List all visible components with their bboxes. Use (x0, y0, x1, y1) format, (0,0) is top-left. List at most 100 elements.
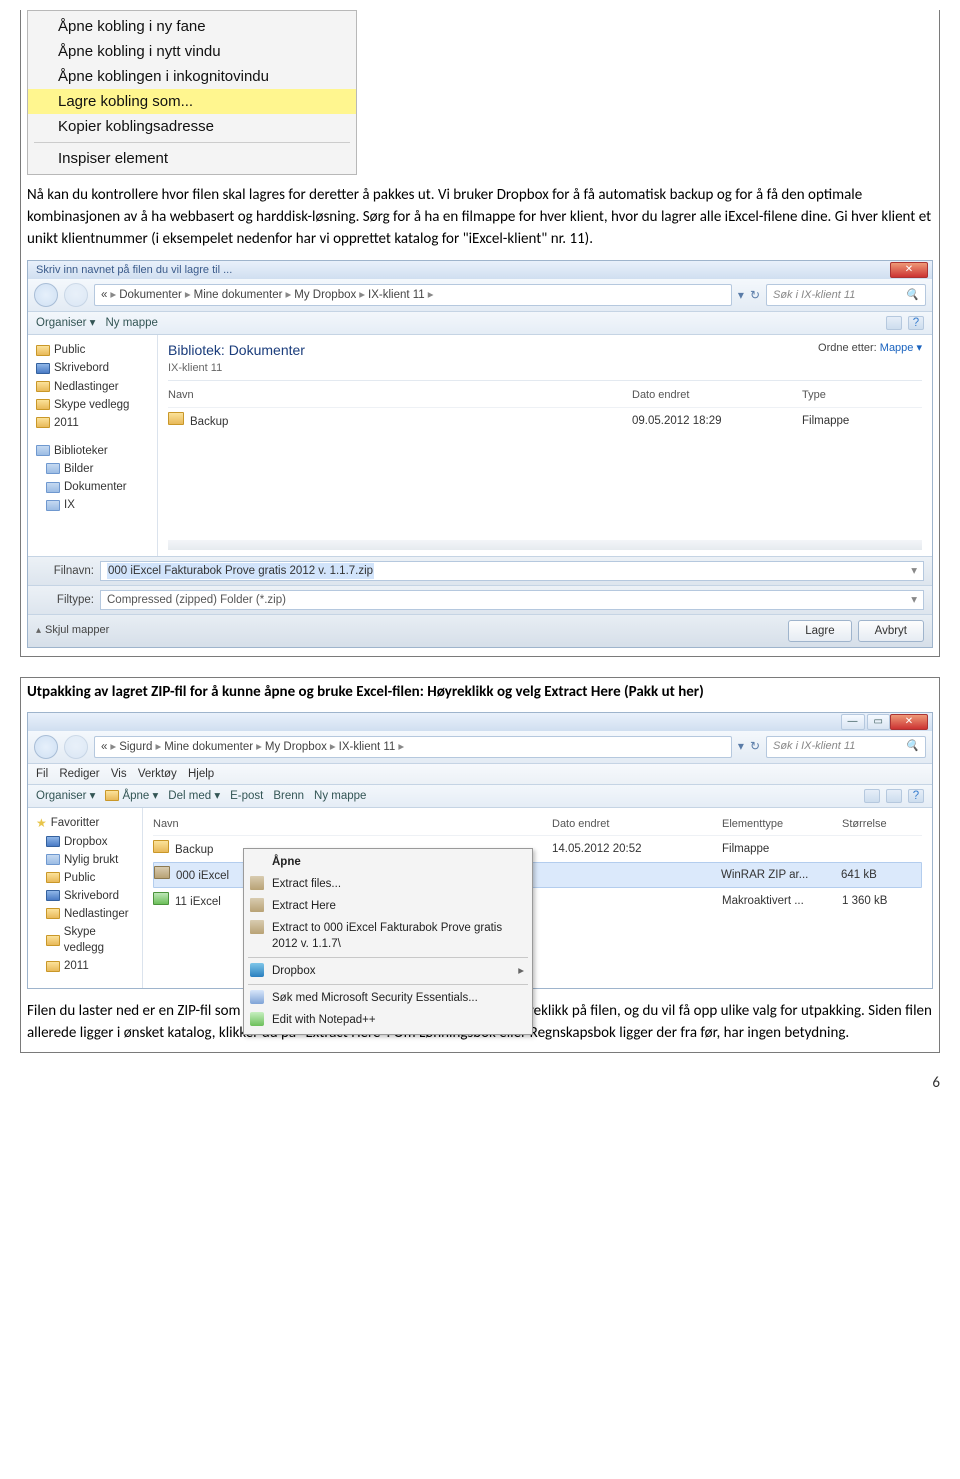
ctx-mse[interactable]: Søk med Microsoft Security Essentials... (244, 987, 532, 1009)
cm-open-new-window[interactable]: Åpne kobling i nytt vindu (28, 39, 356, 64)
tree-desktop[interactable]: Skrivebord (32, 359, 153, 377)
col-type[interactable]: Elementtype (722, 817, 842, 832)
save-navbar: «▸ Dokumenter▸ Mine dokumenter▸ My Dropb… (28, 279, 932, 312)
tree-skype[interactable]: Skype vedlegg (32, 396, 153, 414)
dropbox-icon (46, 836, 60, 847)
tree-libraries[interactable]: Biblioteker (32, 442, 153, 460)
tree-fav[interactable]: ★Favoritter (32, 814, 138, 833)
help-icon[interactable]: ? (908, 789, 924, 803)
explorer-tree: ★Favoritter Dropbox Nylig brukt Public S… (28, 808, 143, 988)
ctx-extract-files[interactable]: Extract files... (244, 873, 532, 895)
tree-desktop[interactable]: Skrivebord (32, 887, 138, 905)
col-date[interactable]: Dato endret (552, 817, 722, 832)
scrollbar[interactable] (168, 540, 922, 550)
cancel-button[interactable]: Avbryt (858, 620, 924, 642)
file-context-menu: Åpne Extract files... Extract Here Extra… (243, 848, 533, 1035)
search-input[interactable]: Søk i IX-klient 11 🔍 (766, 284, 926, 306)
filename-input[interactable]: 000 iExcel Fakturabok Prove gratis 2012 … (100, 561, 924, 581)
explorer-body: ★Favoritter Dropbox Nylig brukt Public S… (28, 808, 932, 988)
explorer-menubar: Fil Rediger Vis Verktøy Hjelp (28, 764, 932, 785)
folder-icon (36, 417, 50, 428)
view-icon[interactable] (864, 789, 880, 803)
lib-title: Bibliotek: Dokumenter (168, 341, 305, 361)
tree-recent[interactable]: Nylig brukt (32, 851, 138, 869)
tb-burn[interactable]: Brenn (273, 788, 304, 804)
menu-tools[interactable]: Verktøy (138, 768, 177, 780)
preview-icon[interactable] (886, 789, 902, 803)
cm-copy-link[interactable]: Kopier koblingsadresse (28, 114, 356, 139)
explorer-breadcrumb[interactable]: «▸ Sigurd▸ Mine dokumenter▸ My Dropbox▸ … (94, 736, 732, 758)
cm-open-new-tab[interactable]: Åpne kobling i ny fane (28, 14, 356, 39)
tb-email[interactable]: E-post (230, 788, 263, 804)
desktop-icon (36, 363, 50, 374)
tb-share[interactable]: Del med ▾ (168, 788, 220, 804)
maximize-icon[interactable]: ▭ (867, 714, 890, 730)
menu-view[interactable]: Vis (111, 768, 127, 780)
folder-icon (46, 961, 60, 972)
section-2: Utpakking av lagret ZIP-fil for å kunne … (20, 677, 940, 1053)
tree-public[interactable]: Public (32, 869, 138, 887)
page-number: 6 (20, 1073, 940, 1094)
explorer-navbar: «▸ Sigurd▸ Mine dokumenter▸ My Dropbox▸ … (28, 731, 932, 764)
ctx-sep (248, 957, 528, 958)
file-row-backup[interactable]: Backup 09.05.2012 18:29 Filmappe (168, 408, 922, 434)
menu-help[interactable]: Hjelp (188, 768, 214, 780)
view-mode-icon[interactable] (886, 316, 902, 330)
tree-2011[interactable]: 2011 (32, 414, 153, 432)
tree-skype[interactable]: Skype vedlegg (32, 923, 138, 957)
tb-open[interactable]: Åpne ▾ (105, 788, 158, 804)
tree-downloads[interactable]: Nedlastinger (32, 905, 138, 923)
save-button[interactable]: Lagre (788, 620, 851, 642)
excel-icon (153, 892, 169, 905)
library-icon (36, 445, 50, 456)
tree-docs[interactable]: Dokumenter (32, 478, 153, 496)
tree-public[interactable]: Public (32, 341, 153, 359)
save-toolbar: Organiser ▾ Ny mappe ? (28, 312, 932, 335)
col-date[interactable]: Dato endret (632, 388, 802, 403)
tree-dropbox[interactable]: Dropbox (32, 833, 138, 851)
cm-inspect[interactable]: Inspiser element (28, 146, 356, 171)
toolbar-newfolder[interactable]: Ny mappe (105, 315, 157, 331)
lib-sub: IX-klient 11 (168, 361, 305, 376)
menu-edit[interactable]: Rediger (59, 768, 99, 780)
nav-back-icon[interactable] (34, 735, 58, 759)
paragraph-1: Nå kan du kontrollere hvor filen skal la… (27, 185, 933, 250)
close-icon[interactable]: ✕ (890, 714, 928, 730)
archive-icon (250, 876, 264, 890)
nav-back-icon[interactable] (34, 283, 58, 307)
breadcrumb[interactable]: «▸ Dokumenter▸ Mine dokumenter▸ My Dropb… (94, 284, 732, 306)
close-icon[interactable]: ✕ (890, 262, 928, 278)
tree-pics[interactable]: Bilder (32, 460, 153, 478)
col-type[interactable]: Type (802, 388, 922, 403)
cm-save-link-as[interactable]: Lagre kobling som... (28, 89, 356, 114)
col-size[interactable]: Størrelse (842, 817, 922, 832)
section-1: Åpne kobling i ny fane Åpne kobling i ny… (20, 10, 940, 657)
filetype-input[interactable]: Compressed (zipped) Folder (*.zip) ▾ (100, 590, 924, 610)
ctx-extract-here[interactable]: Extract Here (244, 895, 532, 917)
col-name[interactable]: Navn (153, 817, 552, 832)
ctx-open[interactable]: Åpne (244, 851, 532, 873)
ctx-notepad[interactable]: Edit with Notepad++ (244, 1009, 532, 1031)
minimize-icon[interactable]: — (841, 714, 865, 730)
tb-newfolder[interactable]: Ny mappe (314, 788, 366, 804)
explorer-cols: Navn Dato endret Elementtype Størrelse (153, 814, 922, 836)
ctx-extract-to[interactable]: Extract to 000 iExcel Fakturabok Prove g… (244, 917, 532, 955)
save-titlebar: Skriv inn navnet på filen du vil lagre t… (28, 261, 932, 279)
hide-folders[interactable]: ▴Skjul mapper (36, 623, 109, 638)
tree-downloads[interactable]: Nedlastinger (32, 378, 153, 396)
tb-organise[interactable]: Organiser ▾ (36, 788, 95, 804)
explorer-main: Navn Dato endret Elementtype Størrelse B… (143, 808, 932, 988)
save-body: Public Skrivebord Nedlastinger Skype ved… (28, 335, 932, 555)
tree-2011[interactable]: 2011 (32, 957, 138, 975)
lib-sort[interactable]: Ordne etter: Mappe ▾ (818, 341, 922, 356)
help-icon[interactable]: ? (908, 316, 924, 330)
col-name[interactable]: Navn (168, 388, 632, 403)
cm-open-incognito[interactable]: Åpne koblingen i inkognitovindu (28, 64, 356, 89)
tree-ix[interactable]: IX (32, 496, 153, 514)
explorer-search[interactable]: Søk i IX-klient 11 🔍 (766, 736, 926, 758)
dropbox-icon (250, 963, 264, 977)
toolbar-organise[interactable]: Organiser ▾ (36, 315, 95, 331)
menu-file[interactable]: Fil (36, 768, 48, 780)
nav-fwd-icon (64, 283, 88, 307)
ctx-dropbox[interactable]: Dropbox▸ (244, 960, 532, 982)
